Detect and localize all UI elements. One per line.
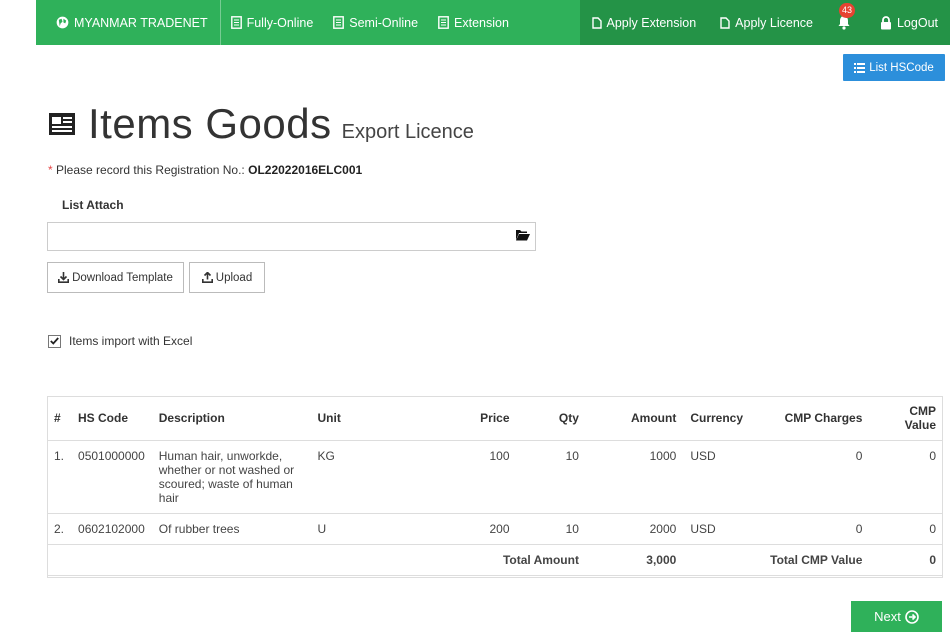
amount-cell: 1000 xyxy=(585,440,684,514)
notification-button[interactable]: 43 xyxy=(825,0,868,45)
col-header: Currency xyxy=(683,396,759,441)
upload-button[interactable]: Upload xyxy=(189,262,265,293)
cmp-value-cell: 0 xyxy=(869,440,943,514)
import-excel-checkbox[interactable] xyxy=(48,334,61,348)
required-star: * xyxy=(48,163,53,177)
document-icon xyxy=(230,16,242,29)
total-amount-label: Total Amount xyxy=(439,544,586,576)
apply-licence-label: Apply Licence xyxy=(735,15,813,30)
apply-extension-label: Apply Extension xyxy=(606,15,697,30)
notification-count-badge: 43 xyxy=(838,3,855,18)
col-header: Price xyxy=(439,396,517,441)
attach-file-field[interactable] xyxy=(47,222,536,251)
total-cmp-value: 0 xyxy=(869,544,943,576)
col-header: # xyxy=(47,396,72,441)
col-header: Description xyxy=(151,396,311,441)
nav-item-label: Semi-Online xyxy=(349,15,419,30)
lock-icon xyxy=(880,15,891,29)
list-hscode-label: List HSCode xyxy=(869,61,934,74)
globe-icon xyxy=(56,16,69,29)
qty-cell: 10 xyxy=(516,513,586,545)
price-cell: 200 xyxy=(439,513,517,545)
cmp-charges-cell: 0 xyxy=(758,440,870,514)
hs-code-cell: 0602102000 xyxy=(71,513,152,545)
price-cell: 100 xyxy=(439,440,517,514)
download-icon xyxy=(58,272,70,283)
nav-right-group: Apply Extension Apply Licence 43 LogOut xyxy=(579,0,950,45)
row-number: 2. xyxy=(47,513,72,545)
registration-prefix: Please record this Registration No.: xyxy=(56,163,245,177)
unit-cell: KG xyxy=(310,440,440,514)
next-label: Next xyxy=(874,609,901,624)
totals-row: Total Amount 3,000 Total CMP Value 0 xyxy=(47,544,943,576)
next-button[interactable]: Next xyxy=(851,601,942,632)
row-number: 1. xyxy=(47,440,72,514)
folder-open-icon[interactable] xyxy=(515,228,530,241)
nav-item-fully-online[interactable]: Fully-Online xyxy=(221,0,324,45)
list-hscode-button[interactable]: List HSCode xyxy=(843,54,945,81)
upload-icon xyxy=(201,272,213,283)
col-header: Unit xyxy=(310,396,440,441)
hs-code-cell: 0501000000 xyxy=(71,440,152,514)
upload-label: Upload xyxy=(215,271,253,284)
currency-cell: USD xyxy=(683,440,759,514)
nav-item-label: Extension xyxy=(454,15,509,30)
table-row[interactable]: 2. 0602102000 Of rubber trees U 200 10 2… xyxy=(47,513,943,545)
currency-cell: USD xyxy=(683,513,759,545)
nav-item-label: Fully-Online xyxy=(246,15,314,30)
list-icon xyxy=(854,62,866,73)
amount-cell: 2000 xyxy=(585,513,684,545)
arrow-circle-right-icon xyxy=(905,609,919,624)
page-title: Items Goods Export Licence xyxy=(48,100,474,148)
nav-brand-label: MYANMAR TRADENET xyxy=(74,15,208,30)
col-header: Amount xyxy=(585,396,684,441)
unit-cell: U xyxy=(310,513,440,545)
import-excel-checkbox-row[interactable]: Items import with Excel xyxy=(48,334,192,348)
table-header-row: # HS Code Description Unit Price Qty Amo… xyxy=(47,396,943,441)
file-icon xyxy=(591,16,602,29)
apply-licence-link[interactable]: Apply Licence xyxy=(708,0,825,45)
page-title-main: Items Goods xyxy=(88,100,332,147)
file-icon xyxy=(720,16,730,29)
apply-extension-link[interactable]: Apply Extension xyxy=(580,0,709,45)
logout-label: LogOut xyxy=(896,15,938,30)
col-header: Qty xyxy=(516,396,586,441)
download-template-label: Download Template xyxy=(72,271,173,284)
logout-link[interactable]: LogOut xyxy=(868,0,950,45)
items-table: # HS Code Description Unit Price Qty Amo… xyxy=(47,396,943,576)
registration-number: OL22022016ELC001 xyxy=(248,163,363,177)
total-amount-value: 3,000 xyxy=(585,544,684,576)
cmp-value-cell: 0 xyxy=(869,513,943,545)
col-header: CMP Charges xyxy=(758,396,870,441)
checkmark-icon xyxy=(50,337,59,345)
qty-cell: 10 xyxy=(516,440,586,514)
download-template-button[interactable]: Download Template xyxy=(47,262,184,293)
import-excel-label: Items import with Excel xyxy=(69,334,193,348)
total-cmp-label: Total CMP Value xyxy=(758,544,870,576)
col-header: HS Code xyxy=(71,396,152,441)
table-row[interactable]: 1. 0501000000 Human hair, unworkde, whet… xyxy=(47,440,943,514)
page-title-sub: Export Licence xyxy=(341,121,474,143)
document-icon xyxy=(438,16,449,29)
list-attach-label: List Attach xyxy=(62,198,124,212)
document-icon xyxy=(333,16,345,29)
description-cell: Of rubber trees xyxy=(151,513,311,545)
registration-note: * Please record this Registration No.: O… xyxy=(48,163,362,177)
cmp-charges-cell: 0 xyxy=(758,513,870,545)
description-cell: Human hair, unworkde, whether or not was… xyxy=(151,440,311,514)
nav-brand[interactable]: MYANMAR TRADENET xyxy=(36,0,221,45)
top-navbar: MYANMAR TRADENET Fully-Online Semi-Onlin… xyxy=(36,0,950,45)
nav-item-semi-online[interactable]: Semi-Online xyxy=(323,0,428,45)
col-header: CMP Value xyxy=(869,396,943,441)
nav-item-extension[interactable]: Extension xyxy=(428,0,519,45)
